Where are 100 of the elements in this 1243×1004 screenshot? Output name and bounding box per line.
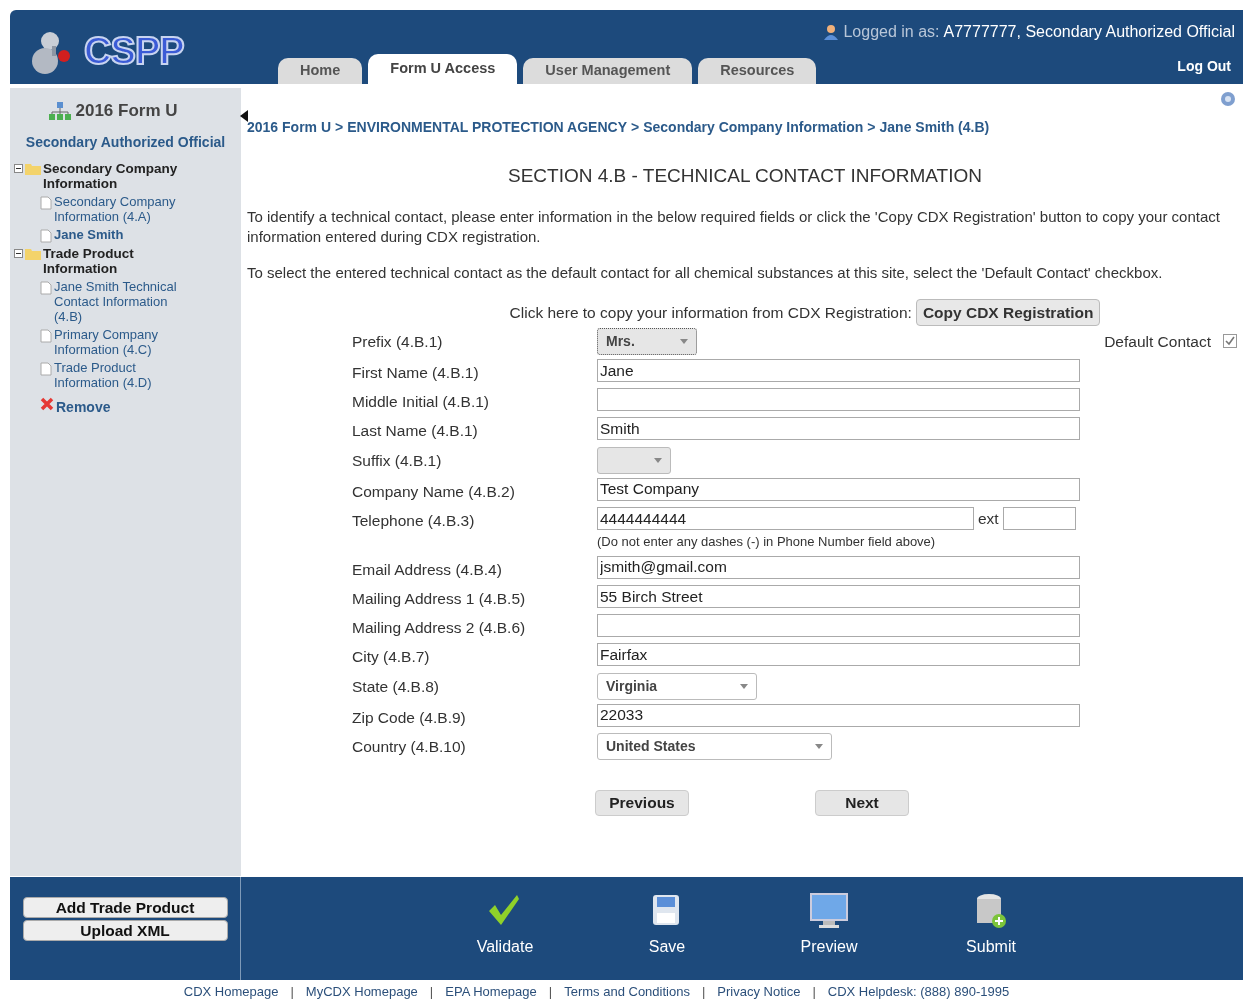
login-user: A7777777, Secondary Authorized Official — [943, 22, 1235, 42]
field-label: Last Name (4.B.1) — [352, 421, 479, 442]
tree-folder[interactable]: Secondary Company Information — [43, 160, 193, 191]
login-label: Logged in as: — [843, 22, 940, 42]
action-button[interactable]: Submit — [951, 891, 1031, 980]
page-icon — [40, 228, 52, 243]
page-icon — [40, 280, 52, 295]
tree-icon — [49, 101, 72, 120]
link-separator: | — [290, 983, 294, 1002]
breadcrumb-separator: > — [335, 118, 344, 137]
user-icon — [823, 24, 840, 40]
copy-registration-button[interactable]: Copy CDX Registration — [915, 298, 1101, 326]
field-label: Middle Initial (4.B.1) — [352, 392, 490, 412]
nav-button[interactable]: Previous — [595, 789, 689, 816]
field-label: City (4.B.7) — [352, 647, 431, 668]
text-field[interactable]: Jane — [597, 358, 1080, 382]
action-button[interactable]: Validate — [465, 891, 545, 980]
text-field[interactable]: Fairfax — [597, 643, 1080, 667]
field-label: Zip Code (4.B.9) — [352, 707, 467, 728]
caret-icon — [740, 683, 748, 689]
footer-link[interactable]: EPA Homepage — [445, 982, 537, 1002]
field-label: Prefix (4.B.1) — [352, 331, 444, 352]
field-label: State (4.B.8) — [352, 676, 440, 697]
default-contact-label: Default Contact — [1104, 331, 1211, 352]
text-field[interactable] — [597, 614, 1080, 637]
field-label: Email Address (4.B.4) — [352, 559, 503, 580]
field-label: Country (4.B.10) — [352, 736, 467, 757]
sidebar-button[interactable]: Add Trade Product — [22, 897, 228, 918]
expand-toggle[interactable] — [14, 163, 23, 173]
breadcrumb-separator: > — [867, 118, 876, 137]
nav-tab[interactable]: Form U Access — [368, 54, 518, 84]
logout-link[interactable]: Log Out — [1177, 56, 1231, 77]
breadcrumb-link[interactable]: Secondary Company Information — [643, 117, 864, 138]
field-label: Suffix (4.B.1) — [352, 450, 443, 471]
breadcrumb-link[interactable]: ENVIRONMENTAL PROTECTION AGENCY — [347, 117, 627, 138]
folder-icon — [25, 162, 41, 175]
caret-icon — [815, 743, 823, 749]
field-label: First Name (4.B.1) — [352, 362, 480, 383]
text-field[interactable]: 4444444444 — [597, 506, 974, 530]
page-icon — [40, 361, 52, 376]
dropdown[interactable]: Mrs. — [597, 327, 697, 355]
field-label: Mailing Address 2 (4.B.6) — [352, 618, 527, 638]
action-button[interactable]: Save — [627, 891, 707, 980]
text-field[interactable]: jsmith@gmail.com — [597, 555, 1080, 579]
monitor-icon — [809, 891, 849, 931]
footer-link[interactable]: MyCDX Homepage — [305, 982, 418, 1002]
field-hint: (Do not enter any dashes (-) in Phone Number field above) — [597, 533, 937, 551]
text-field[interactable]: Smith — [597, 417, 1080, 441]
text-field[interactable]: 55 Birch Street — [597, 584, 1080, 608]
nav-tab[interactable]: Resources — [698, 58, 817, 84]
field-label: Telephone (4.B.3) — [352, 510, 476, 531]
tree-item[interactable]: Jane Smith — [54, 226, 194, 242]
nav-tab[interactable]: User Management — [523, 58, 693, 84]
dropdown[interactable]: United States — [597, 732, 832, 760]
instruction-text: To identify a technical contact, please enter information in the below required fields or click the 'Copy CDX Registration' button to copy your contact information entered during CDX registration. — [247, 206, 1221, 247]
remove-link[interactable]: Remove — [56, 396, 111, 418]
default-contact-checkbox[interactable] — [1223, 334, 1237, 349]
page-icon — [40, 195, 52, 210]
field-label: Mailing Address 1 (4.B.5) — [352, 588, 527, 609]
section-title: SECTION 4.B - TECHNICAL CONTACT INFORMATION — [507, 164, 983, 188]
dropdown[interactable] — [597, 446, 671, 474]
nav-button[interactable]: Next — [815, 789, 909, 816]
link-separator: | — [429, 983, 434, 1002]
remove-icon — [40, 396, 54, 411]
field-label: Company Name (4.B.2) — [352, 481, 516, 502]
footer-link[interactable]: CDX Homepage — [183, 982, 279, 1002]
tree-item[interactable]: Secondary Company Information (4.A) — [54, 193, 194, 224]
caret-icon — [680, 338, 688, 344]
instruction-text: To select the entered technical contact as the default contact for all chemical substances at this site, select the 'Default Contact' checkbox. — [247, 262, 1164, 283]
ext-field[interactable] — [1002, 506, 1076, 530]
sidebar-title: 2016 Form U — [75, 100, 178, 122]
nav-tab[interactable]: Home — [278, 58, 363, 84]
dropdown[interactable]: Virginia — [597, 672, 757, 700]
text-field[interactable]: 22033 — [597, 703, 1080, 727]
sidebar-button[interactable]: Upload XML — [22, 920, 228, 941]
text-field[interactable]: Test Company — [597, 477, 1080, 501]
footer-link[interactable]: Terms and Conditions — [564, 982, 690, 1002]
page-icon — [40, 328, 52, 343]
ext-label: ext — [978, 508, 999, 529]
link-separator: | — [548, 983, 553, 1002]
text-field[interactable] — [597, 388, 1080, 411]
link-separator: | — [701, 983, 706, 1002]
breadcrumb-link[interactable]: 2016 Form U — [247, 117, 332, 138]
breadcrumb-separator: > — [631, 118, 640, 137]
folder-icon — [25, 247, 41, 260]
footer-link[interactable]: Privacy Notice — [717, 982, 801, 1002]
caret-icon — [654, 457, 662, 463]
breadcrumb-link[interactable]: Jane Smith (4.B) — [879, 117, 990, 138]
tree-folder[interactable]: Trade Product Information — [43, 245, 193, 276]
tree-item[interactable]: Trade Product Information (4.D) — [54, 359, 194, 390]
tree-item[interactable]: Jane Smith Technical Contact Information (4.B) — [54, 278, 194, 324]
copy-prompt: Click here to copy your information from CDX Registration: — [509, 302, 912, 323]
footer-link[interactable]: CDX Helpdesk: (888) 890-1995 — [827, 982, 1010, 1002]
logo-text: CSPP — [84, 28, 184, 74]
action-button[interactable]: Preview — [789, 891, 869, 980]
collapse-arrow-icon[interactable] — [240, 110, 248, 122]
tree-item[interactable]: Primary Company Information (4.C) — [54, 326, 194, 357]
link-separator: | — [812, 983, 816, 1002]
expand-toggle[interactable] — [14, 248, 23, 258]
sidebar-subtitle: Secondary Authorized Official — [24, 132, 227, 152]
